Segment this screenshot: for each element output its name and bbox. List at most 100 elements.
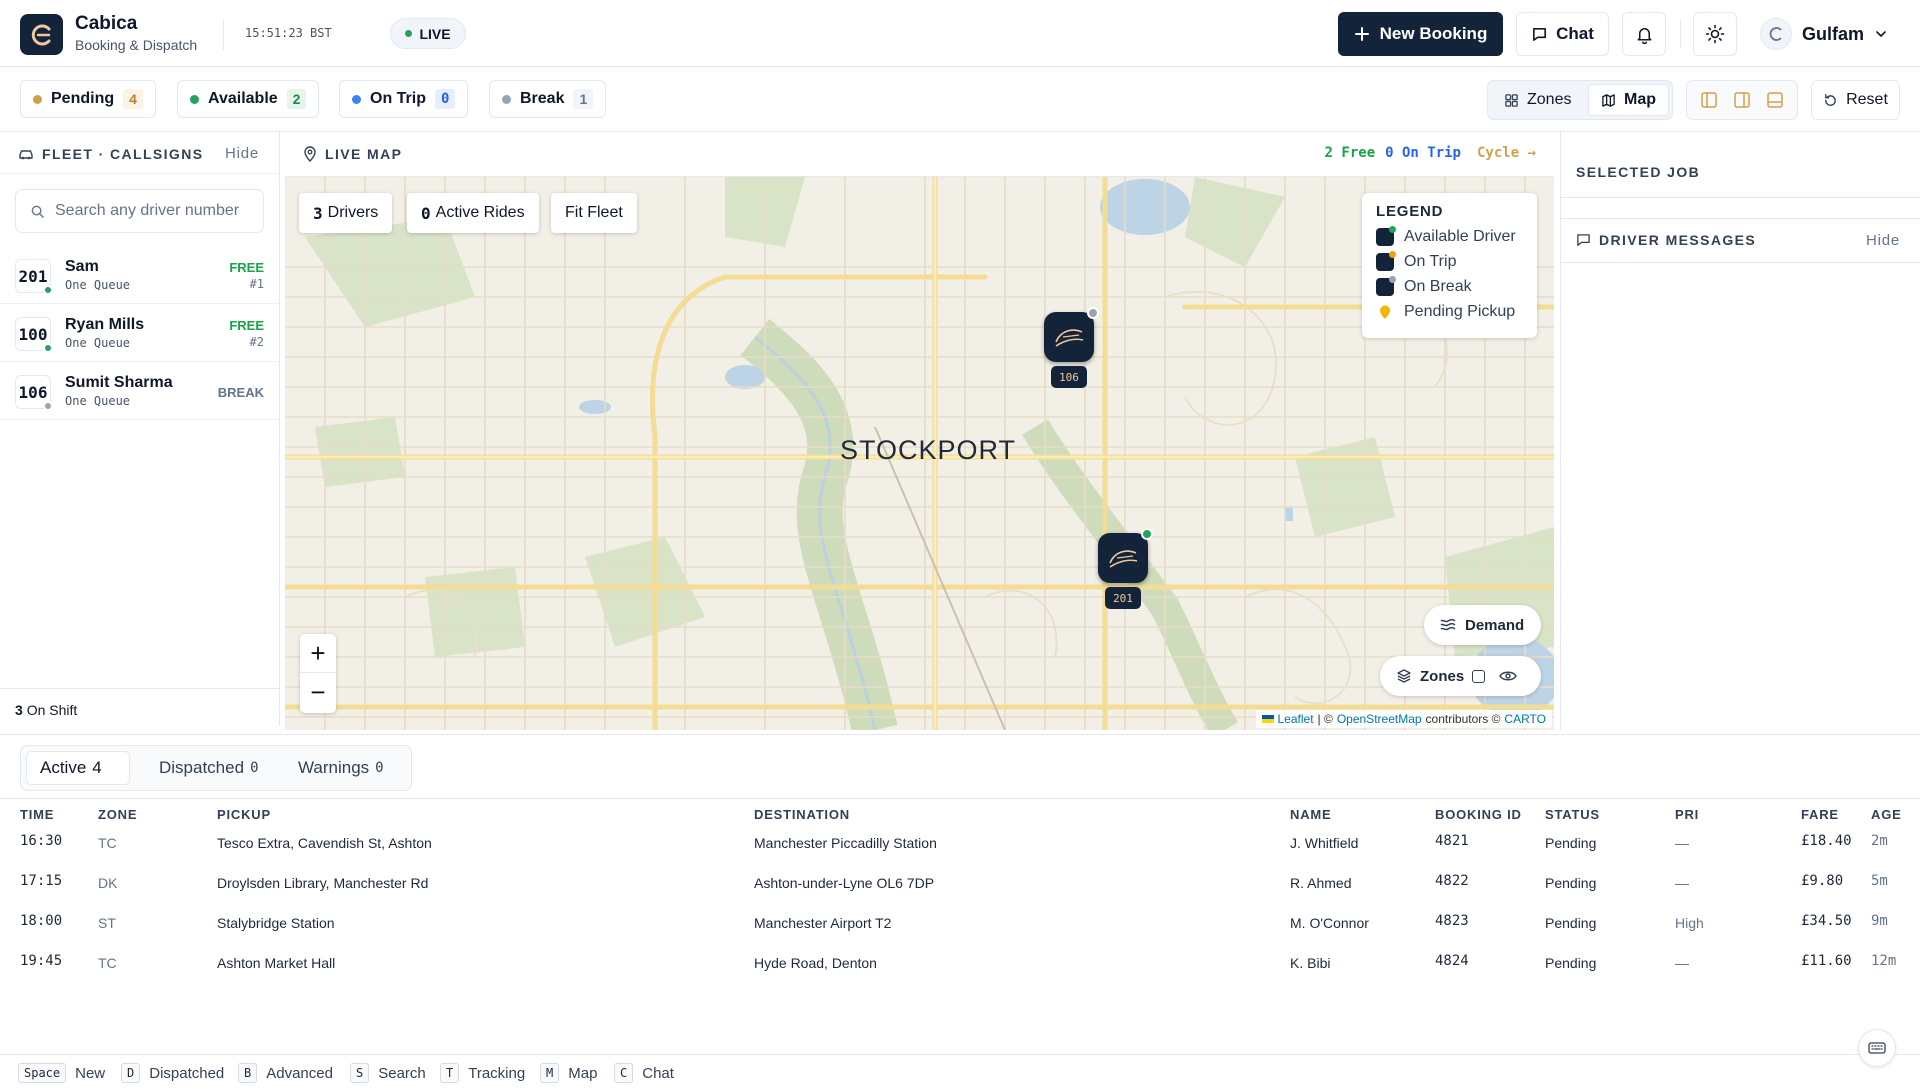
column-header-status[interactable]: STATUS [1545, 807, 1600, 822]
drivers-label: Drivers [327, 204, 379, 221]
zones-toggle[interactable]: Zones [1380, 656, 1541, 696]
driver-row[interactable]: 201 Sam One Queue FREE #1 [0, 246, 280, 304]
view-map-button[interactable]: Map [1588, 84, 1669, 116]
job-row[interactable]: 19:45 TC Ashton Market Hall Hyde Road, D… [0, 945, 1920, 985]
selected-job-section: SELECTED JOB [1561, 132, 1920, 198]
on-shift-count: 3 [15, 702, 23, 718]
brand-subtitle: Booking & Dispatch [75, 37, 198, 53]
column-header-time[interactable]: TIME [20, 807, 54, 822]
status-chip-break[interactable]: Break 1 [489, 80, 607, 118]
fit-fleet-button[interactable]: Fit Fleet [551, 193, 637, 233]
stats-free: 2 Free [1324, 145, 1376, 161]
job-destination: Ashton-under-Lyne OL6 7DP [754, 875, 935, 891]
view-switcher: Zones Map [1487, 80, 1673, 120]
view-zones-label: Zones [1527, 91, 1572, 108]
job-booking-id: 4823 [1435, 913, 1469, 929]
job-row[interactable]: 16:30 TC Tesco Extra, Cavendish St, Asht… [0, 825, 1920, 865]
driver-marker[interactable] [1044, 307, 1099, 362]
divider [223, 20, 224, 50]
view-zones-button[interactable]: Zones [1492, 84, 1583, 116]
status-chip-pending[interactable]: Pending 4 [20, 80, 156, 118]
new-booking-button[interactable]: New Booking [1338, 12, 1503, 56]
status-dot [502, 94, 511, 104]
messages-hide-button[interactable]: Hide [1866, 232, 1900, 249]
jobs-panel: Active 4 Dispatched 0 Warnings 0 TIME ZONE … [0, 734, 1920, 1054]
tab-active[interactable]: Active 4 [26, 751, 130, 785]
job-row[interactable]: 18:00 ST Stalybridge Station Manchester … [0, 905, 1920, 945]
active-rides-button[interactable]: 0 Active Rides [407, 193, 539, 233]
fleet-hide-button[interactable]: Hide [225, 145, 259, 162]
shortcut-new[interactable]: Space New [18, 1063, 105, 1083]
shortcut-search[interactable]: S Search [350, 1063, 426, 1083]
car-icon [1055, 329, 1084, 347]
live-clock: 15:51:23 BST [245, 26, 332, 40]
on-shift-summary: 3 On Shift [0, 688, 280, 726]
map-canvas[interactable]: 3 Drivers 0 Active Rides Fit Fleet LEGEN… [285, 177, 1554, 730]
map-attribution: Leaflet | © OpenStreetMap contributors ©… [1255, 710, 1552, 728]
driver-search-input[interactable]: Search any driver number [15, 189, 264, 233]
job-zone: DK [98, 875, 118, 891]
shortcut-tracking[interactable]: T Tracking [440, 1063, 525, 1083]
job-row[interactable]: 17:15 DK Droylsden Library, Manchester R… [0, 865, 1920, 905]
zones-checkbox[interactable] [1472, 669, 1486, 683]
cabica-logo[interactable] [20, 14, 63, 55]
user-menu[interactable]: Gulfam [1760, 16, 1888, 52]
drivers-count-button[interactable]: 3 Drivers [299, 193, 393, 233]
zoom-in-button[interactable]: + [300, 634, 336, 673]
driver-marker[interactable] [1098, 528, 1153, 583]
status-chip-on-trip[interactable]: On Trip 0 [339, 80, 469, 118]
theme-toggle-button[interactable] [1693, 12, 1737, 56]
status-dot [190, 94, 199, 104]
column-header-zone[interactable]: ZONE [98, 807, 137, 822]
notifications-button[interactable] [1622, 12, 1666, 56]
driver-messages-label: DRIVER MESSAGES [1599, 232, 1757, 248]
divider [1680, 20, 1681, 48]
tab-dispatched[interactable]: Dispatched 0 [146, 751, 272, 785]
grid-icon [1505, 93, 1518, 107]
column-header-pickup[interactable]: PICKUP [217, 807, 271, 822]
marker-status-dot [1141, 528, 1153, 540]
driver-status: FREE [229, 318, 264, 333]
legend-item-pending-pickup: Pending Pickup [1376, 299, 1523, 324]
driver-queue: One Queue [65, 336, 131, 350]
fleet-header: FLEET · CALLSIGNS Hide [0, 132, 280, 174]
layout-left-icon[interactable] [1700, 91, 1718, 109]
column-header-age[interactable]: AGE [1871, 807, 1902, 822]
keyboard-shortcuts-button[interactable] [1858, 1029, 1896, 1067]
layout-bottom-icon[interactable] [1766, 91, 1784, 109]
job-priority: — [1675, 955, 1689, 971]
shortcut-chat[interactable]: C Chat [614, 1063, 674, 1083]
driver-row[interactable]: 100 Ryan Mills One Queue FREE #2 [0, 304, 280, 362]
carto-link[interactable]: CARTO [1504, 712, 1546, 726]
column-header-fare[interactable]: FARE [1801, 807, 1839, 822]
osm-link[interactable]: OpenStreetMap [1337, 712, 1422, 726]
reset-button[interactable]: Reset [1811, 80, 1900, 120]
driver-queue-position: #1 [249, 277, 264, 291]
chat-button[interactable]: Chat [1516, 12, 1609, 56]
shortcut-map[interactable]: M Map [540, 1063, 597, 1083]
column-header-name[interactable]: NAME [1290, 807, 1331, 822]
user-name: Gulfam [1802, 23, 1865, 44]
status-chip-available[interactable]: Available 2 [177, 80, 320, 118]
zoom-out-button[interactable]: − [300, 673, 336, 712]
shortcut-dispatched[interactable]: D Dispatched [121, 1063, 224, 1083]
job-age: 2m [1871, 833, 1888, 849]
message-icon [1577, 233, 1590, 246]
leaflet-link[interactable]: Leaflet [1278, 712, 1314, 726]
job-priority: — [1675, 835, 1689, 851]
column-header-priority[interactable]: PRI [1675, 807, 1699, 822]
brand-name: Cabica [75, 13, 138, 34]
live-indicator: LIVE [390, 18, 466, 49]
new-booking-label: New Booking [1379, 24, 1488, 43]
eye-icon[interactable] [1499, 669, 1518, 683]
driver-row[interactable]: 106 Sumit Sharma One Queue BREAK [0, 362, 280, 420]
shortcut-advanced[interactable]: B Advanced [238, 1063, 333, 1083]
cycle-button[interactable]: Cycle → [1477, 145, 1536, 161]
live-map-panel: LIVE MAP 2 Free 0 On Trip Cycle → 3 Driv… [285, 132, 1554, 730]
column-header-destination[interactable]: DESTINATION [754, 807, 850, 822]
demand-button[interactable]: Demand [1424, 605, 1541, 645]
layout-right-icon[interactable] [1733, 91, 1751, 109]
stats-on-trip: 0 On Trip [1385, 145, 1461, 161]
column-header-booking-id[interactable]: BOOKING ID [1435, 807, 1522, 822]
tab-warnings[interactable]: Warnings 0 [285, 751, 397, 785]
